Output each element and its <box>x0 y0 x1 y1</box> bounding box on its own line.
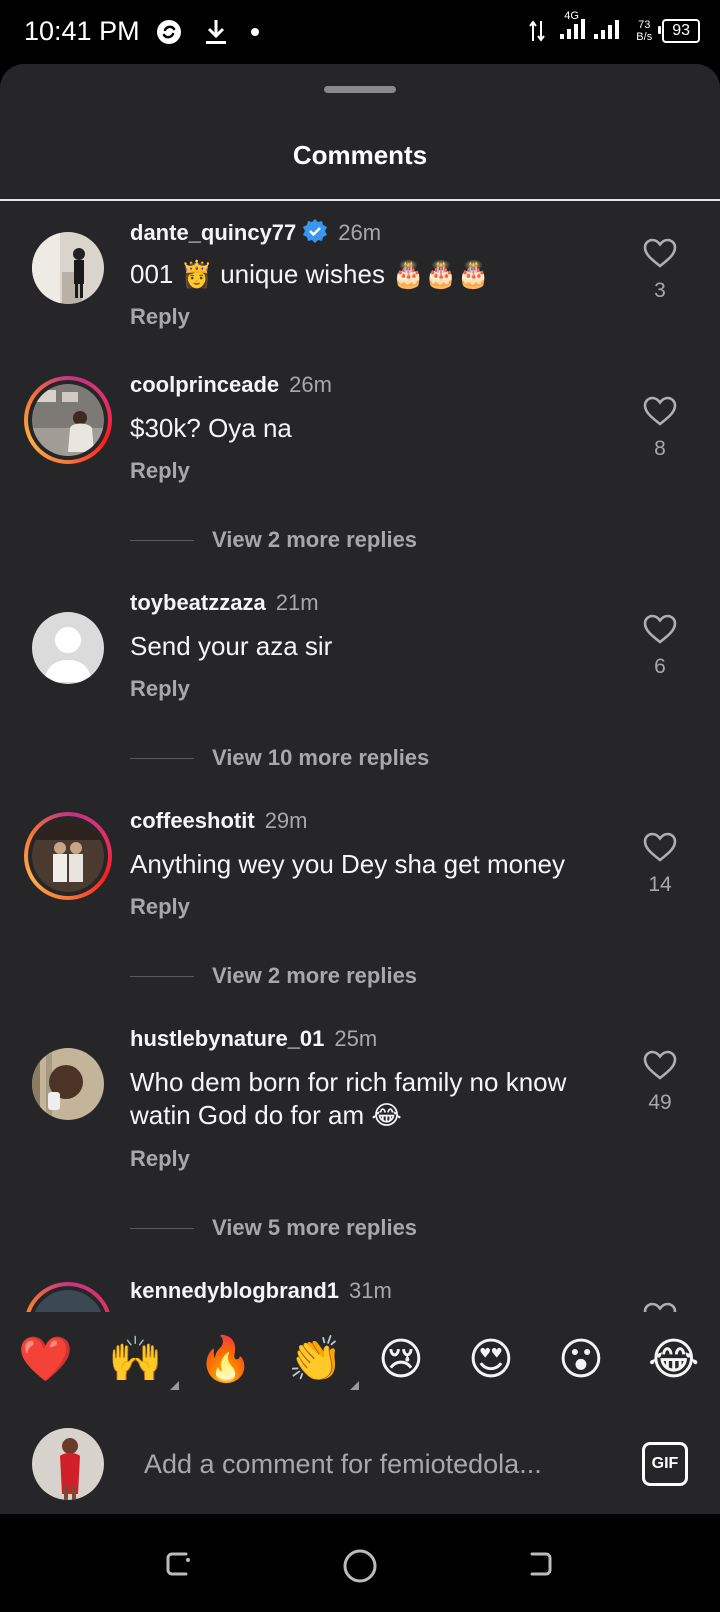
recent-apps-icon[interactable] <box>162 1548 194 1580</box>
username-text[interactable]: coffeeshotit <box>130 808 255 833</box>
username-text[interactable]: dante_quincy77 <box>130 220 296 245</box>
view-more-label[interactable]: View 2 more replies <box>212 963 417 989</box>
comment-username[interactable]: toybeatzzaza 21m <box>130 590 319 616</box>
clock: 10:41 PM <box>24 16 140 46</box>
like-count: 49 <box>648 1091 672 1114</box>
reaction-heart-eyes[interactable]: 😍 <box>468 1334 514 1386</box>
comment-username[interactable]: hustlebynature_01 25m <box>130 1026 377 1052</box>
comment-text: Who dem born for rich family no know wat… <box>130 1067 567 1130</box>
heart-icon[interactable] <box>643 396 677 426</box>
reaction-fire[interactable]: 🔥 <box>198 1334 253 1386</box>
view-more-replies[interactable]: View 2 more replies <box>130 527 417 553</box>
like-control[interactable]: 8 <box>640 396 680 461</box>
comment-username[interactable]: kennedyblogbrand1 31m <box>130 1278 392 1304</box>
system-icons: 4G 73 B/s 93 <box>528 10 700 45</box>
shazam-icon <box>157 20 181 44</box>
data-transfer-icon <box>529 19 546 42</box>
header-divider <box>0 199 720 201</box>
comments-list[interactable]: dante_quincy77 26m 001 👸 unique wishes 🎂🎂… <box>0 202 720 1374</box>
reply-button[interactable]: Reply <box>130 676 190 702</box>
comment-username[interactable]: dante_quincy77 26m <box>130 218 381 250</box>
net-speed: 73 B/s <box>636 19 652 43</box>
reaction-surprised[interactable]: 😮 <box>558 1334 604 1386</box>
my-avatar <box>32 1428 104 1500</box>
sheet-title: Comments <box>292 140 428 170</box>
like-count: 8 <box>654 437 666 460</box>
username-text[interactable]: coolprinceade <box>130 372 279 397</box>
like-count: 3 <box>654 279 666 302</box>
comment-input[interactable]: Add a comment for femiotedola... <box>144 1449 542 1480</box>
comment-time: 21m <box>275 590 319 615</box>
verified-badge-icon <box>302 218 328 250</box>
comment-username[interactable]: coffeeshotit 29m <box>130 808 307 834</box>
view-more-replies[interactable]: View 5 more replies <box>130 1215 417 1241</box>
heart-icon[interactable] <box>643 1050 677 1080</box>
comment-time: 29m <box>264 808 308 833</box>
net-speed-value: 73 <box>638 18 651 31</box>
reply-button[interactable]: Reply <box>130 304 190 330</box>
like-control[interactable]: 3 <box>640 238 680 303</box>
reaction-raised-hands-glyph[interactable]: 🙌 <box>108 1335 163 1384</box>
avatar[interactable] <box>32 384 104 456</box>
comment-text: $30k? Oya na <box>130 413 292 443</box>
comment-time: 26m <box>338 220 382 245</box>
signal-group: 4G <box>556 10 626 45</box>
comment-composer: Add a comment for femiotedola... GIF <box>0 1412 720 1514</box>
heart-icon[interactable] <box>643 832 677 862</box>
comments-sheet: Comments dante_quincy77 26m 001 👸 unique … <box>0 64 720 1514</box>
default-avatar-icon[interactable] <box>32 612 104 684</box>
reply-button[interactable]: Reply <box>130 458 190 484</box>
reaction-raised-hands[interactable]: 🙌 <box>108 1334 179 1390</box>
reaction-crying[interactable]: 😢 <box>378 1334 424 1386</box>
username-text[interactable]: hustlebynature_01 <box>130 1026 324 1051</box>
status-bar: 10:41 PM 4G 73 B/s 93 <box>0 0 720 64</box>
heart-icon[interactable] <box>643 614 677 644</box>
reaction-laughing[interactable]: 😂 <box>648 1334 699 1386</box>
avatar[interactable] <box>32 1048 104 1120</box>
reaction-clap[interactable]: 👏 <box>288 1334 359 1390</box>
view-more-replies[interactable]: View 10 more replies <box>130 745 429 771</box>
comment-text: Send your aza sir <box>130 631 333 661</box>
like-control[interactable]: 6 <box>640 614 680 679</box>
download-icon <box>206 20 226 44</box>
comment-time: 25m <box>334 1026 378 1051</box>
view-more-replies[interactable]: View 2 more replies <box>130 963 417 989</box>
avatar[interactable] <box>32 232 104 304</box>
notification-icons <box>156 18 260 46</box>
quick-reactions-bar: ❤️ 🙌 🔥 👏 😢 😍 😮 😂 <box>0 1312 720 1412</box>
story-ring[interactable] <box>24 376 112 464</box>
username-text[interactable]: kennedyblogbrand1 <box>130 1278 339 1303</box>
username-text[interactable]: toybeatzzaza <box>130 590 266 615</box>
like-count: 6 <box>654 655 666 678</box>
home-icon[interactable] <box>342 1548 378 1584</box>
comment-text: 001 👸 unique wishes 🎂🎂🎂 <box>130 259 490 289</box>
view-more-label[interactable]: View 5 more replies <box>212 1215 417 1241</box>
gif-button[interactable]: GIF <box>642 1442 688 1486</box>
reaction-clap-glyph[interactable]: 👏 <box>288 1335 343 1384</box>
reply-button[interactable]: Reply <box>130 1146 190 1172</box>
like-control[interactable]: 14 <box>640 832 680 897</box>
comment-time: 31m <box>349 1278 392 1303</box>
avatar[interactable] <box>32 820 104 892</box>
comment-text: Anything wey you Dey sha get money <box>130 849 566 879</box>
like-control[interactable]: 49 <box>640 1050 680 1115</box>
battery-indicator: 93 <box>658 18 700 43</box>
like-count: 14 <box>648 873 672 896</box>
comment-username[interactable]: coolprinceade 26m <box>130 372 332 398</box>
back-icon[interactable] <box>524 1548 556 1580</box>
drag-handle[interactable] <box>324 86 396 93</box>
view-more-label[interactable]: View 10 more replies <box>212 745 429 771</box>
dot-icon <box>251 28 259 36</box>
reply-button[interactable]: Reply <box>130 894 190 920</box>
net-speed-unit: B/s <box>636 30 653 43</box>
network-type: 4G <box>564 10 579 22</box>
system-navigation-bar <box>0 1514 720 1612</box>
view-more-label[interactable]: View 2 more replies <box>212 527 417 553</box>
heart-icon[interactable] <box>643 238 677 268</box>
comment-time: 26m <box>289 372 332 397</box>
reaction-heart[interactable]: ❤️ <box>18 1334 73 1386</box>
story-ring[interactable] <box>24 812 112 900</box>
